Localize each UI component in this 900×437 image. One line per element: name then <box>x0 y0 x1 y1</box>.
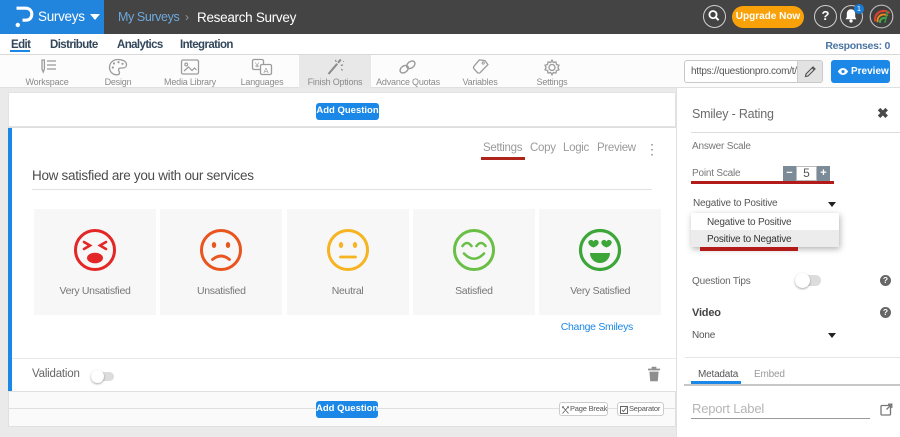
svg-text:¥: ¥ <box>255 61 260 70</box>
svg-text:A: A <box>264 66 269 75</box>
